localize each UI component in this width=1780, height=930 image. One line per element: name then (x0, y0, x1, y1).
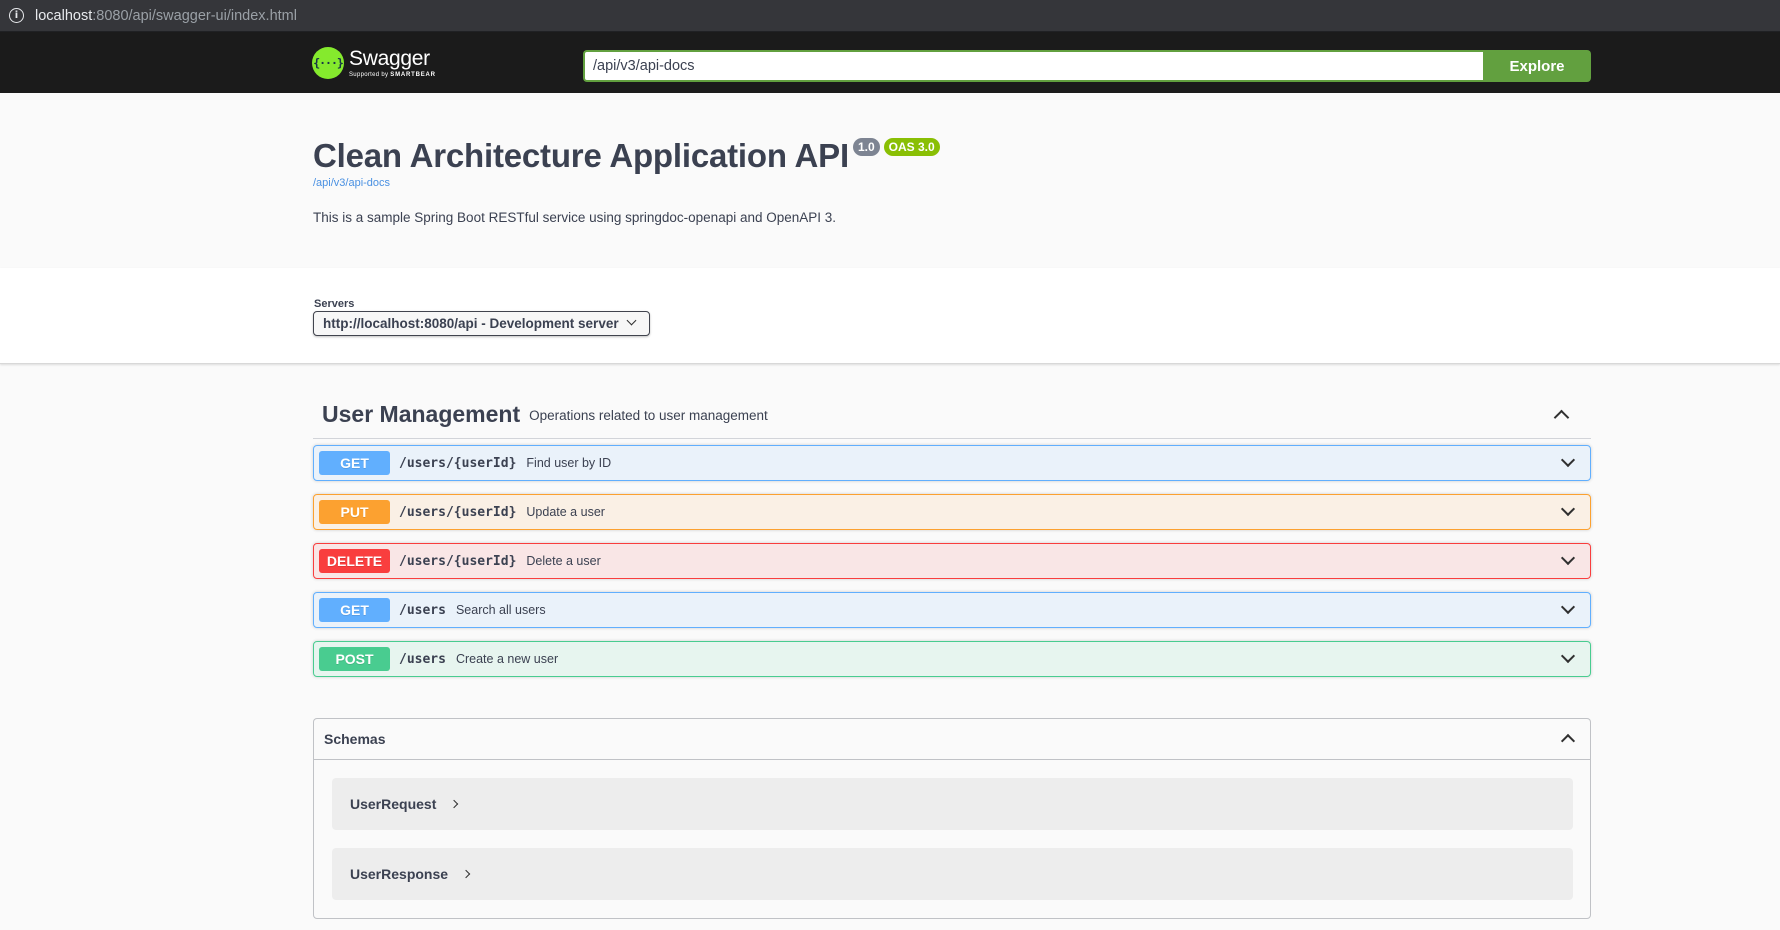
operation-path: /users/{userId} (399, 553, 517, 569)
servers-section: Servers http://localhost:8080/api - Deve… (0, 268, 1780, 364)
swagger-logo[interactable]: {···} Swagger Supported by SMARTBEAR (312, 47, 436, 79)
method-badge: PUT (319, 500, 390, 524)
schema-name: UserResponse (350, 866, 449, 882)
logo-sub-prefix: Supported by (349, 71, 391, 78)
api-title: Clean Architecture Application API (313, 137, 849, 174)
method-badge: POST (319, 647, 390, 671)
operation-post-users[interactable]: POST /users Create a new user (313, 641, 1591, 677)
operation-path: /users/{userId} (399, 455, 517, 471)
schema-user-request[interactable]: UserRequest (332, 778, 1573, 830)
servers-label: Servers (314, 298, 355, 310)
chevron-down-icon (626, 315, 637, 326)
spec-url-input[interactable] (583, 50, 1483, 82)
schema-user-response[interactable]: UserResponse (332, 848, 1573, 900)
method-badge: DELETE (319, 549, 390, 573)
chevron-right-icon (450, 799, 459, 809)
operation-summary: Find user by ID (526, 456, 612, 470)
operation-summary: Create a new user (455, 652, 559, 666)
chevron-down-icon[interactable] (1560, 452, 1576, 468)
operation-path: /users (399, 602, 446, 618)
schema-name: UserRequest (350, 796, 437, 812)
operation-put-user[interactable]: PUT /users/{userId} Update a user (313, 494, 1591, 530)
tag-user-management[interactable]: User Management Operations related to us… (313, 390, 1591, 439)
operation-summary: Search all users (455, 603, 546, 617)
url-path: :8080/api/swagger-ui/index.html (92, 7, 297, 24)
swagger-logo-text: Swagger Supported by SMARTBEAR (349, 46, 436, 79)
chevron-up-icon[interactable] (1553, 409, 1570, 426)
url-host: localhost (35, 7, 93, 24)
chevron-down-icon[interactable] (1560, 599, 1576, 615)
explore-button[interactable]: Explore (1483, 50, 1591, 82)
schemas-header[interactable]: Schemas (314, 719, 1590, 760)
chevron-down-icon[interactable] (1560, 648, 1576, 664)
method-badge: GET (319, 451, 390, 475)
tag-description: Operations related to user management (529, 408, 768, 423)
site-info-icon[interactable]: i (9, 8, 24, 23)
operation-get-user-by-id[interactable]: GET /users/{userId} Find user by ID (313, 445, 1591, 481)
version-badge: 1.0 (852, 138, 880, 156)
address-url[interactable]: localhost:8080/api/swagger-ui/index.html (35, 8, 297, 24)
spec-url-form: Explore (583, 50, 1591, 82)
swagger-logo-icon: {···} (312, 47, 344, 79)
chevron-down-icon[interactable] (1560, 501, 1576, 517)
chevron-down-icon[interactable] (1560, 550, 1576, 566)
tag-name: User Management (322, 400, 521, 427)
operation-summary: Update a user (526, 505, 605, 519)
operation-path: /users/{userId} (399, 504, 517, 520)
logo-sub-brand: SMARTBEAR (390, 71, 436, 78)
title-row: Clean Architecture Application API 1.0 O… (313, 134, 1593, 178)
servers-selected-value: http://localhost:8080/api - Development … (323, 316, 619, 331)
spec-link[interactable]: /api/v3/api-docs (313, 177, 1593, 189)
operation-delete-user[interactable]: DELETE /users/{userId} Delete a user (313, 543, 1591, 579)
chevron-right-icon (461, 869, 471, 879)
servers-select[interactable]: http://localhost:8080/api - Development … (313, 311, 650, 336)
operation-path: /users (399, 651, 446, 667)
operation-get-users[interactable]: GET /users Search all users (313, 592, 1591, 628)
method-badge: GET (319, 598, 390, 622)
logo-supported-by: Supported by SMARTBEAR (349, 71, 436, 79)
schemas-section: Schemas UserRequest UserResponse (313, 718, 1591, 919)
schemas-title: Schemas (324, 731, 386, 747)
chevron-up-icon[interactable] (1560, 733, 1576, 749)
browser-address-bar[interactable]: i localhost:8080/api/swagger-ui/index.ht… (0, 0, 1780, 32)
api-description: This is a sample Spring Boot RESTful ser… (313, 210, 837, 225)
api-info: Clean Architecture Application API 1.0 O… (313, 134, 1593, 225)
oas-badge: OAS 3.0 (883, 138, 940, 156)
logo-name: Swagger (349, 46, 430, 70)
operation-summary: Delete a user (526, 554, 601, 568)
